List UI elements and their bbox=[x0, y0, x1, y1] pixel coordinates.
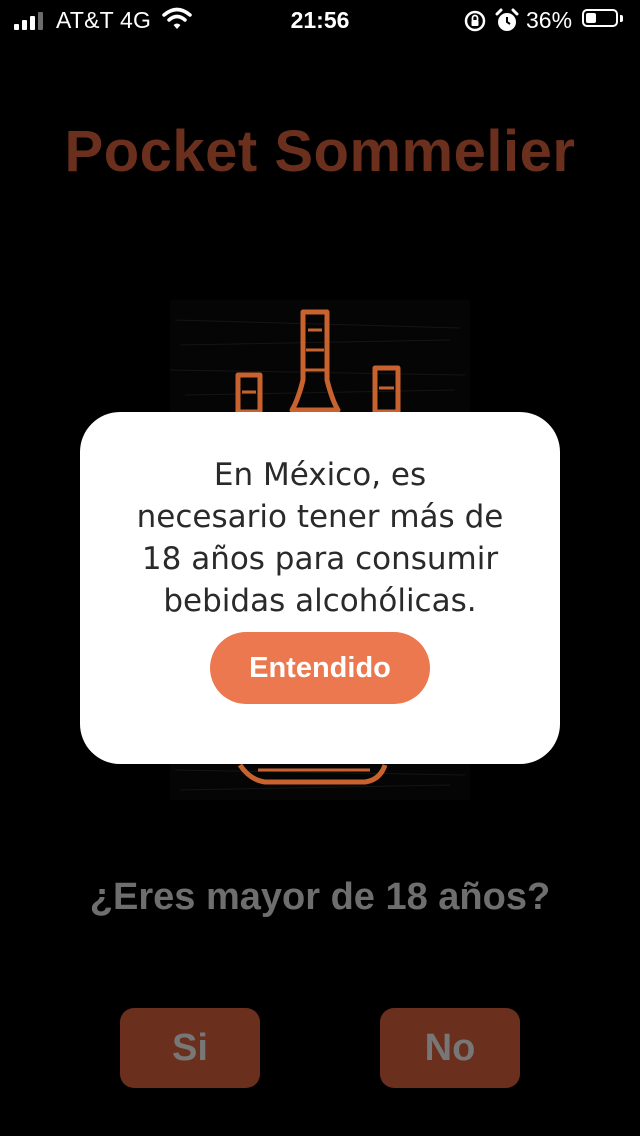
no-button[interactable]: No bbox=[380, 1008, 520, 1088]
alert-message-line: En México, es bbox=[213, 457, 427, 493]
understood-button[interactable]: Entendido bbox=[210, 632, 430, 704]
status-bar: AT&T 4G 21:56 36% bbox=[0, 0, 640, 40]
age-question: ¿Eres mayor de 18 años? bbox=[89, 876, 551, 918]
alert-message-line: necesario tener más de bbox=[136, 499, 504, 535]
age-alert-modal: En México, es necesario tener más de 18 … bbox=[80, 412, 560, 764]
battery-icon bbox=[582, 9, 624, 29]
rotation-lock-icon bbox=[463, 9, 487, 40]
alert-message-line: bebidas alcohólicas. bbox=[163, 583, 477, 619]
screen: AT&T 4G 21:56 36% Pocket Sommelier ¿Eres… bbox=[0, 0, 640, 1136]
battery-percent: 36% bbox=[526, 7, 573, 33]
alarm-icon bbox=[495, 8, 519, 41]
app-title: Pocket Sommelier bbox=[64, 119, 576, 184]
alert-message: En México, es necesario tener más de 18 … bbox=[100, 454, 540, 622]
yes-button[interactable]: Si bbox=[120, 1008, 260, 1088]
alert-message-line: 18 años para consumir bbox=[141, 541, 499, 577]
